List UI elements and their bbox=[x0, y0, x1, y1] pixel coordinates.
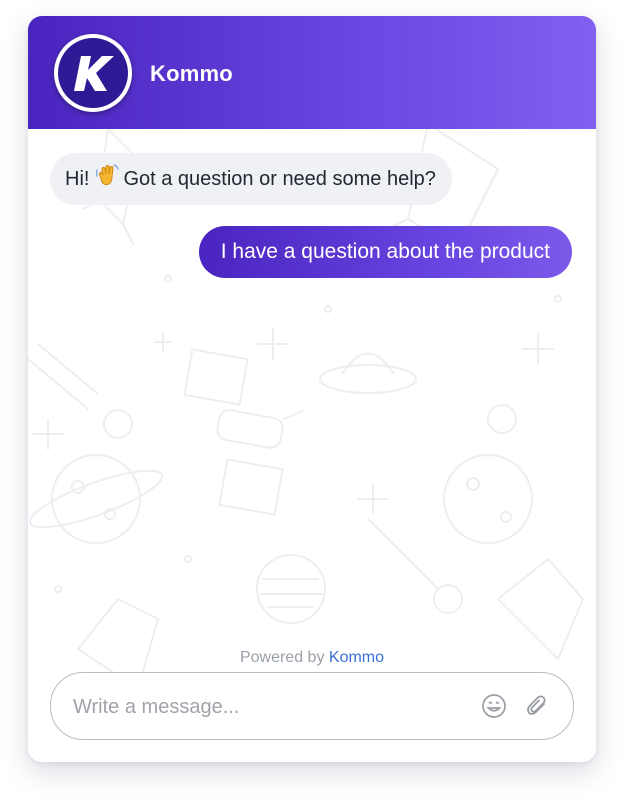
message-composer bbox=[50, 672, 574, 740]
incoming-message-greeting: Hi! bbox=[65, 167, 90, 190]
outgoing-message-text: I have a question about the product bbox=[220, 240, 550, 263]
powered-by-prefix: Powered by bbox=[239, 649, 325, 666]
space-doodle-background bbox=[28, 129, 584, 690]
outgoing-message: I have a question about the product bbox=[198, 226, 572, 278]
message-input[interactable] bbox=[71, 691, 455, 723]
waving-hand-icon bbox=[95, 164, 120, 194]
powered-by-brand-link[interactable]: Kommo bbox=[329, 649, 384, 666]
powered-by: Powered by Kommo bbox=[28, 649, 596, 667]
chat-header: Kommo bbox=[28, 16, 596, 129]
paperclip-icon[interactable] bbox=[524, 693, 550, 719]
chat-body[interactable]: Hi! Got a question or need some help? I … bbox=[28, 129, 596, 762]
incoming-message: Hi! Got a question or need some help? bbox=[50, 153, 452, 205]
brand-name: Kommo bbox=[150, 61, 233, 86]
incoming-message-text: Got a question or need some help? bbox=[123, 167, 436, 190]
kommo-logo bbox=[54, 34, 132, 112]
chat-widget: Kommo Hi! Got a question or need some he… bbox=[28, 16, 596, 762]
smiley-icon[interactable] bbox=[481, 693, 507, 719]
